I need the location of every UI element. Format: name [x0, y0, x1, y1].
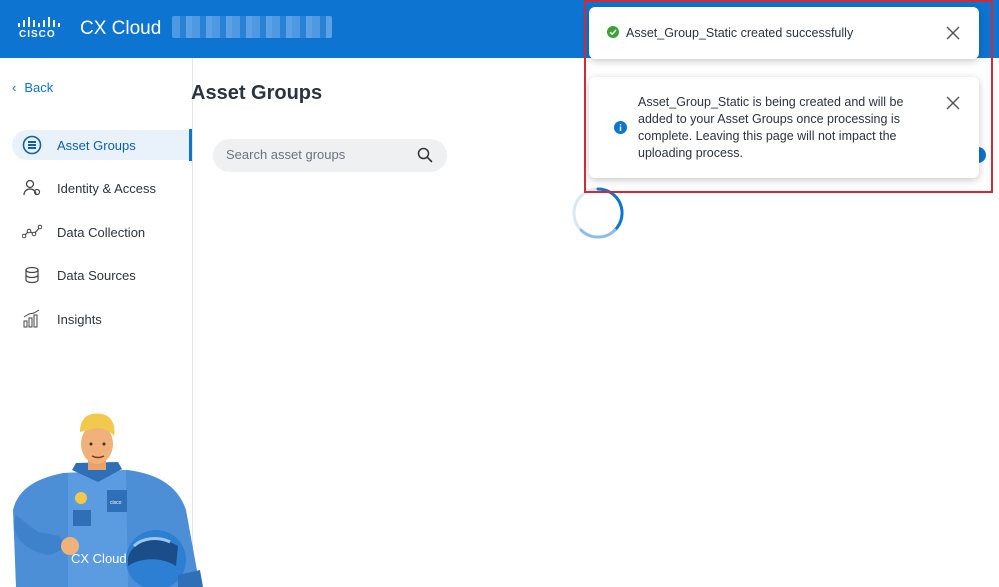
svg-text:cisco: cisco [110, 500, 122, 506]
search-icon[interactable] [417, 147, 433, 163]
cisco-logo[interactable]: CISCO [17, 17, 63, 43]
loading-spinner-icon [572, 187, 624, 239]
cisco-bars-icon [18, 17, 60, 27]
logo-text: CISCO [19, 29, 56, 40]
sidebar-item-data-sources[interactable]: Data Sources [12, 260, 192, 290]
sidebar-item-label: Data Collection [57, 224, 146, 240]
database-icon [21, 264, 43, 286]
page-title: Asset Groups [191, 82, 323, 104]
sidebar-item-identity-access[interactable]: Identity & Access [12, 173, 192, 203]
search-box [213, 139, 447, 172]
redacted-user-name [172, 16, 332, 38]
sidebar-item-asset-groups[interactable]: Asset Groups [12, 129, 192, 161]
asset-groups-icon [21, 134, 43, 156]
chevron-left-icon: ‹ [12, 80, 17, 95]
search-input[interactable] [226, 147, 416, 162]
app-title: CX Cloud [80, 18, 162, 39]
sidebar-item-label: Asset Groups [57, 137, 136, 153]
insights-chart-icon [21, 308, 43, 330]
sidebar-item-insights[interactable]: Insights [12, 304, 192, 334]
back-link[interactable]: ‹ Back [12, 80, 53, 95]
mascot-label: CX Cloud [71, 551, 127, 566]
sidebar-item-label: Insights [57, 311, 102, 327]
highlight-frame [584, 0, 993, 193]
back-label: Back [24, 80, 54, 95]
sidebar-item-data-collection[interactable]: Data Collection [12, 217, 192, 247]
sidebar-item-label: Identity & Access [57, 180, 156, 196]
identity-icon [21, 177, 43, 199]
sidebar-item-label: Data Sources [57, 267, 136, 283]
data-collection-icon [21, 221, 43, 243]
